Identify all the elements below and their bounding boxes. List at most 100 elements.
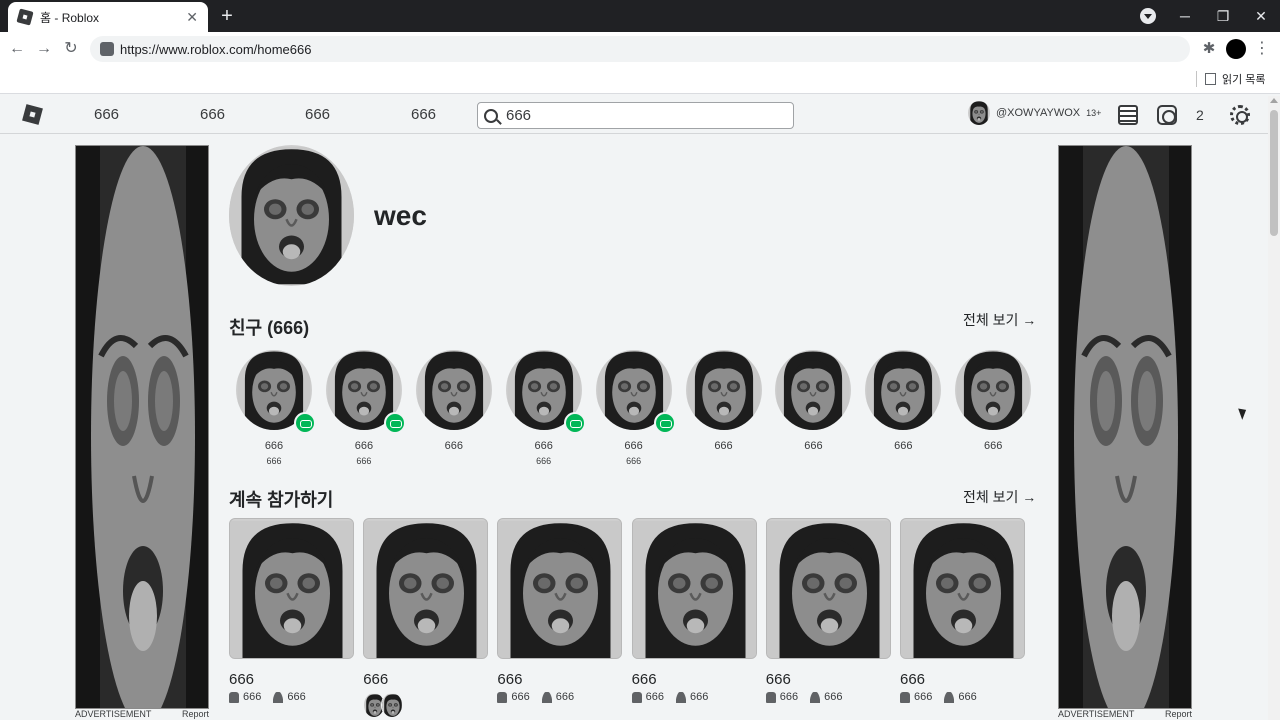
- roblox-logo-icon[interactable]: [22, 104, 43, 125]
- site-info-icon[interactable]: [100, 42, 114, 56]
- friend-tile[interactable]: 666 666: [595, 350, 676, 466]
- friend-name[interactable]: 666: [686, 440, 762, 452]
- url-text[interactable]: https://www.roblox.com/home666: [120, 42, 311, 57]
- in-game-badge-icon[interactable]: [383, 412, 406, 434]
- search-input[interactable]: 666: [477, 102, 794, 129]
- game-title[interactable]: 666: [766, 671, 891, 688]
- game-players: 666: [958, 691, 977, 703]
- game-thumbnail[interactable]: [229, 518, 354, 659]
- game-card[interactable]: 666 666 666: [765, 518, 891, 703]
- ad-report-link[interactable]: Report: [1165, 709, 1192, 719]
- friends-see-all-link[interactable]: 전체 보기 →: [963, 310, 1036, 330]
- friend-status: 666: [536, 456, 552, 466]
- game-card[interactable]: 666 666 666: [900, 518, 1025, 703]
- friend-name[interactable]: 666: [416, 440, 492, 452]
- game-title[interactable]: 666: [497, 671, 622, 688]
- robux-icon[interactable]: [1157, 105, 1177, 125]
- reading-list-button[interactable]: 읽기 목록: [1196, 71, 1266, 87]
- notifications-list-icon[interactable]: [1118, 105, 1138, 125]
- friend-avatar[interactable]: [415, 350, 492, 430]
- address-bar[interactable]: https://www.roblox.com/home666: [90, 36, 1190, 62]
- game-title[interactable]: 666: [900, 671, 1025, 688]
- browser-profile-avatar[interactable]: [1226, 39, 1246, 59]
- friend-tile[interactable]: 666 666: [505, 350, 586, 466]
- game-players: 666: [555, 691, 575, 703]
- friend-name[interactable]: 666: [775, 440, 851, 452]
- minimize-button[interactable]: ─: [1166, 0, 1204, 32]
- game-title[interactable]: 666: [229, 671, 354, 688]
- friend-tile[interactable]: 666 666: [236, 350, 316, 466]
- right-skyscraper-ad[interactable]: [1058, 145, 1192, 709]
- friends-playing: [363, 692, 488, 718]
- game-thumbnail[interactable]: [497, 518, 623, 659]
- extensions-puzzle-icon[interactable]: ✱: [1200, 40, 1218, 58]
- user-menu[interactable]: @XOWYAYWOX 13+: [968, 101, 1101, 125]
- friend-name[interactable]: 666: [236, 440, 312, 452]
- tab-search-icon[interactable]: [1140, 8, 1156, 24]
- friend-name[interactable]: 666: [955, 440, 1031, 452]
- in-game-badge-icon[interactable]: [563, 412, 586, 434]
- player-count-icon: [810, 691, 821, 703]
- friend-name[interactable]: 666: [326, 440, 402, 452]
- settings-gear-icon[interactable]: [1230, 105, 1250, 125]
- thumbs-up-icon: [497, 691, 508, 703]
- friend-tile[interactable]: 666: [415, 350, 492, 456]
- friend-avatar[interactable]: [865, 350, 942, 430]
- nav-link-create[interactable]: 666: [305, 106, 330, 123]
- friend-name[interactable]: 666: [596, 440, 672, 452]
- in-game-badge-icon[interactable]: [653, 412, 676, 434]
- game-card[interactable]: 666 666 666: [631, 518, 757, 703]
- game-thumbnail[interactable]: [631, 518, 757, 659]
- game-card[interactable]: 666 666 666: [497, 518, 623, 703]
- left-ad-footer: ADVERTISEMENT Report: [75, 709, 209, 719]
- friend-status: 666: [266, 456, 282, 466]
- browser-menu-icon[interactable]: ⋮: [1254, 39, 1270, 59]
- reload-icon[interactable]: ↻: [60, 38, 82, 60]
- friend-tile[interactable]: 666: [775, 350, 852, 456]
- friend-tile[interactable]: 666: [685, 350, 762, 456]
- friend-avatar[interactable]: [685, 350, 762, 430]
- scroll-up-arrow-icon[interactable]: [1270, 98, 1278, 103]
- friend-name[interactable]: 666: [865, 440, 941, 452]
- game-thumbnail[interactable]: [765, 518, 891, 659]
- nav-link-marketplace[interactable]: 666: [200, 106, 225, 123]
- nav-link-charts[interactable]: 666: [94, 106, 119, 123]
- left-skyscraper-ad[interactable]: [75, 145, 209, 709]
- game-card[interactable]: 666: [363, 518, 489, 718]
- game-title[interactable]: 666: [632, 671, 757, 688]
- friend-status: 666: [626, 456, 642, 466]
- friend-name[interactable]: 666: [506, 440, 582, 452]
- continue-see-all-link[interactable]: 전체 보기 →: [963, 487, 1036, 507]
- game-thumbnail[interactable]: [363, 518, 489, 659]
- profile-avatar[interactable]: [229, 145, 354, 286]
- game-card[interactable]: 666 666 666: [229, 518, 354, 703]
- nav-link-robux[interactable]: 666: [411, 106, 436, 123]
- profile-display-name[interactable]: wec: [374, 200, 427, 232]
- close-window-button[interactable]: ✕: [1242, 0, 1280, 32]
- friend-avatar[interactable]: [955, 350, 1032, 430]
- game-likes: 666: [779, 691, 799, 703]
- tab-title: 홈 - Roblox: [40, 10, 100, 25]
- game-stats: 666 666: [631, 691, 757, 703]
- browser-tab[interactable]: 홈 - Roblox ✕: [8, 2, 208, 32]
- game-stats: 666 666: [765, 691, 891, 703]
- page-scrollbar[interactable]: [1268, 96, 1280, 720]
- new-tab-button[interactable]: +: [216, 5, 238, 27]
- search-value[interactable]: 666: [506, 107, 531, 124]
- friend-tile[interactable]: 666 666: [325, 350, 406, 466]
- friend-tile[interactable]: 666: [865, 350, 942, 456]
- game-thumbnail[interactable]: [900, 518, 1025, 659]
- restore-button[interactable]: ❐: [1204, 0, 1242, 32]
- ad-report-link[interactable]: Report: [182, 709, 209, 719]
- forward-arrow-icon[interactable]: →: [33, 38, 55, 60]
- tab-close-icon[interactable]: ✕: [186, 9, 198, 26]
- thumbs-up-icon: [765, 691, 776, 703]
- scroll-thumb[interactable]: [1270, 110, 1278, 236]
- game-title[interactable]: 666: [363, 671, 488, 688]
- game-likes: 666: [511, 691, 530, 703]
- friend-tile[interactable]: 666: [955, 350, 1032, 456]
- roblox-favicon-icon: [16, 8, 34, 26]
- friend-avatar[interactable]: [775, 350, 852, 430]
- in-game-badge-icon[interactable]: [294, 412, 316, 434]
- back-arrow-icon[interactable]: ←: [6, 38, 28, 60]
